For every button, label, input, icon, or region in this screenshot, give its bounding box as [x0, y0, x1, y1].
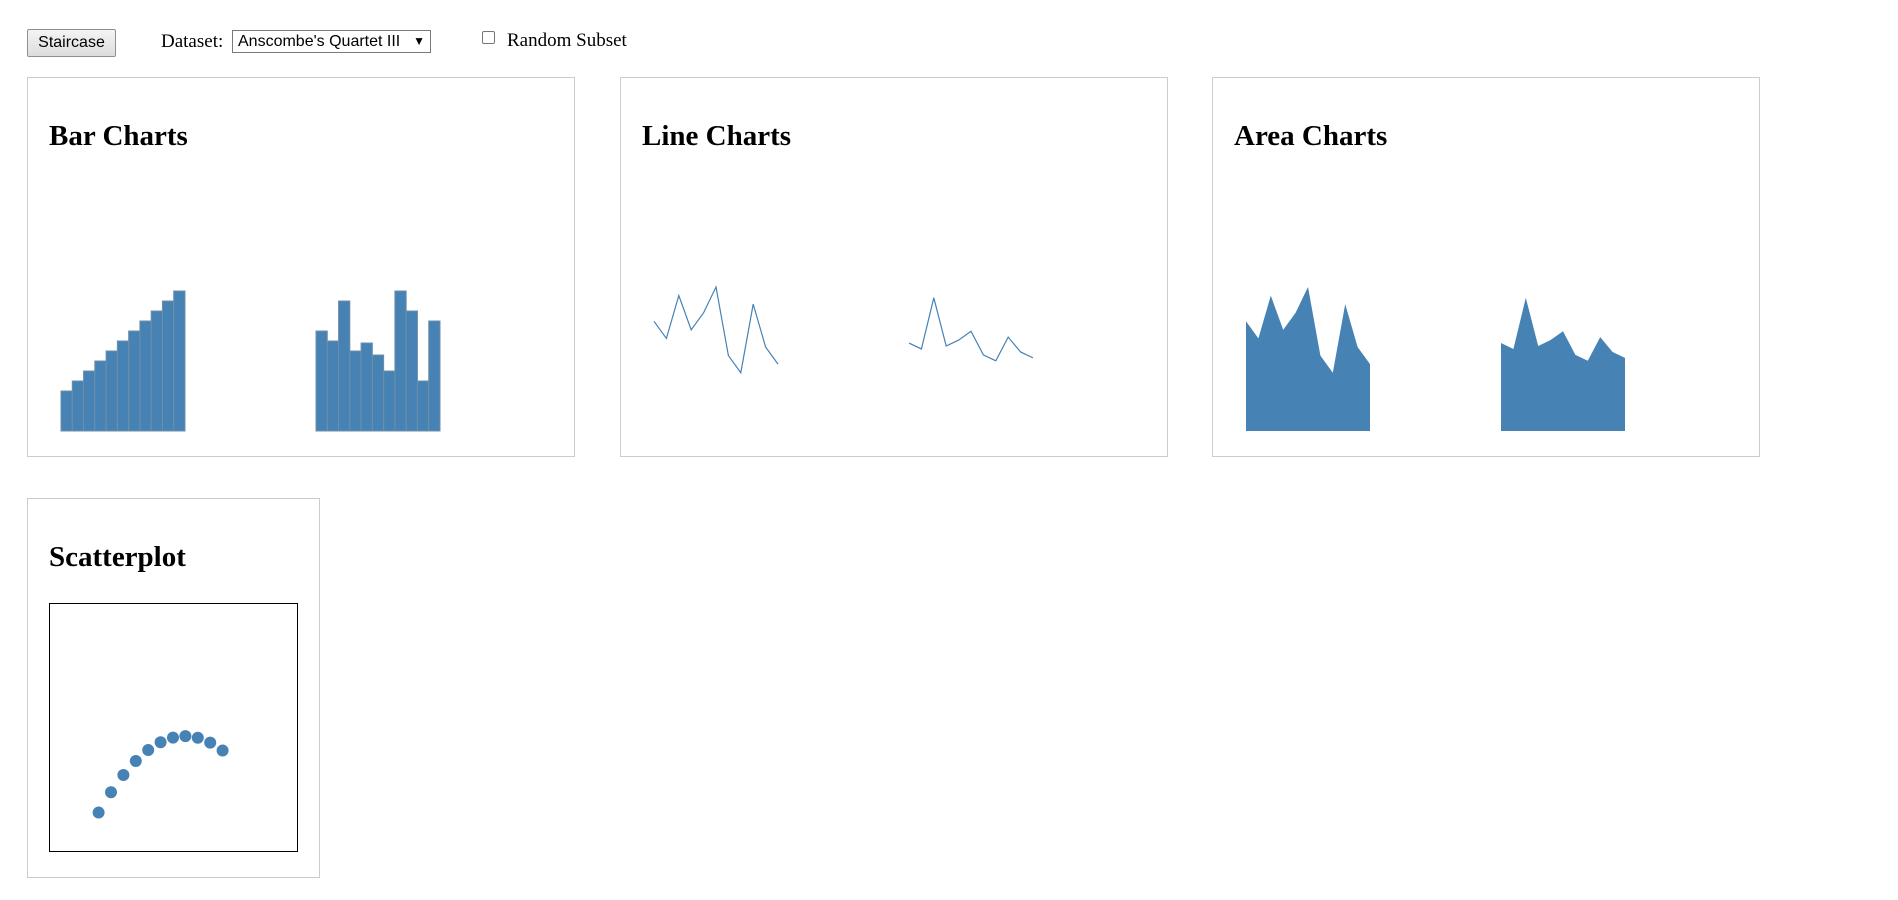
- scatter-point-3: [117, 768, 130, 781]
- dataset-label: Dataset:: [161, 31, 224, 52]
- dropdown-arrow-icon: ▼: [413, 34, 425, 48]
- scatterplot-svg: [49, 603, 298, 852]
- bar-2-3: [338, 300, 351, 432]
- random-subset-label[interactable]: Random Subset: [507, 30, 627, 52]
- bar-2-9: [405, 310, 418, 432]
- area-series-2: [1501, 297, 1625, 431]
- scatter-point-9: [191, 731, 204, 744]
- bar-1-5: [105, 350, 118, 432]
- scatterplot-panel: Scatterplot: [27, 498, 320, 878]
- bar-1-3: [83, 370, 96, 432]
- bar-1-8: [139, 320, 152, 432]
- bar-charts-panel: Bar Charts: [27, 77, 575, 457]
- scatter-point-10: [204, 736, 217, 749]
- area-charts-svg: [1246, 287, 1625, 431]
- line-charts-svg: [653, 285, 1034, 375]
- dataset-select[interactable]: Anscombe's Quartet III ▼: [232, 30, 431, 53]
- bar-1-7: [128, 330, 141, 432]
- bar-2-10: [416, 380, 430, 432]
- bar-2-8: [394, 290, 407, 432]
- bar-2-5: [360, 342, 373, 432]
- bar-2-1: [315, 330, 328, 432]
- random-subset-checkbox[interactable]: [482, 31, 495, 44]
- scatter-point-1: [92, 806, 105, 819]
- scatter-point-6: [154, 736, 167, 749]
- area-series-1: [1246, 287, 1370, 431]
- scatter-point-4: [129, 754, 142, 767]
- bar-1-10: [161, 300, 175, 432]
- scatter-point-8: [179, 730, 192, 743]
- bar-2-6: [371, 354, 385, 432]
- line-charts-panel: Line Charts: [620, 77, 1168, 457]
- scatter-point-11: [216, 744, 229, 757]
- bar-2-7: [383, 370, 396, 432]
- bar-2-11: [428, 320, 441, 432]
- scatter-point-2: [105, 786, 117, 799]
- scatter-point-7: [167, 731, 179, 744]
- bar-1-9: [150, 310, 163, 432]
- bar-1-2: [71, 380, 85, 432]
- scatterplot-frame: [49, 603, 298, 852]
- scatter-point-5: [142, 744, 155, 757]
- bar-1-6: [116, 340, 130, 432]
- bar-2-4: [349, 350, 362, 432]
- bar-2-2: [326, 340, 340, 432]
- bar-charts-svg: [60, 290, 441, 432]
- bar-1-4: [94, 360, 107, 432]
- bar-1-1: [60, 390, 73, 432]
- line-series-1: [653, 285, 779, 375]
- dataset-selected-value: Anscombe's Quartet III: [238, 33, 401, 50]
- area-charts-panel: Area Charts: [1212, 77, 1760, 457]
- staircase-button[interactable]: Staircase: [27, 29, 116, 57]
- line-series-2: [908, 297, 1034, 362]
- bar-1-11: [173, 290, 186, 432]
